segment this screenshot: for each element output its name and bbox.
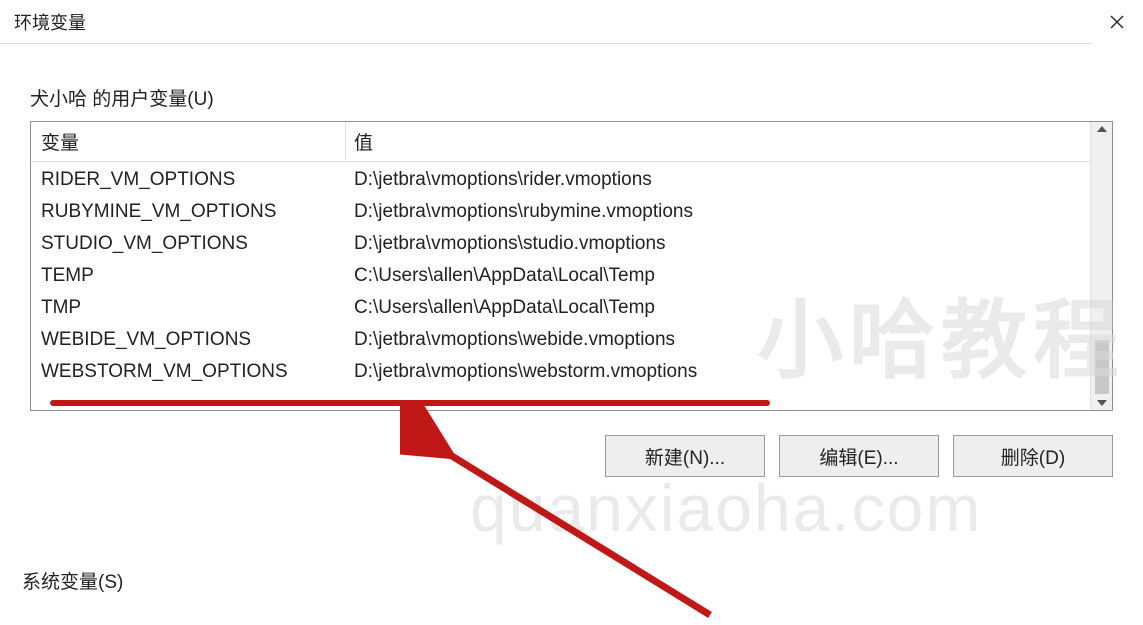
table-row[interactable]: RIDER_VM_OPTIONS D:\jetbra\vmoptions\rid… [31, 164, 1090, 196]
table-row[interactable]: WEBIDE_VM_OPTIONS D:\jetbra\vmoptions\we… [31, 324, 1090, 356]
column-header-name[interactable]: 变量 [31, 122, 346, 161]
highlight-underline [50, 400, 770, 406]
scroll-thumb[interactable] [1095, 340, 1109, 394]
scroll-down-icon[interactable] [1097, 400, 1107, 406]
var-value: D:\jetbra\vmoptions\rider.vmoptions [346, 164, 1090, 196]
watermark-text: quanxiaoha.com [470, 470, 982, 546]
var-value: D:\jetbra\vmoptions\webstorm.vmoptions [346, 356, 1090, 388]
var-value: D:\jetbra\vmoptions\studio.vmoptions [346, 228, 1090, 260]
window-title: 环境变量 [14, 9, 86, 35]
table-row[interactable]: RUBYMINE_VM_OPTIONS D:\jetbra\vmoptions\… [31, 196, 1090, 228]
var-name: WEBSTORM_VM_OPTIONS [31, 356, 346, 388]
var-name: RUBYMINE_VM_OPTIONS [31, 196, 346, 228]
scroll-up-icon[interactable] [1097, 126, 1107, 132]
table-row[interactable]: STUDIO_VM_OPTIONS D:\jetbra\vmoptions\st… [31, 228, 1090, 260]
var-name: WEBIDE_VM_OPTIONS [31, 324, 346, 356]
dialog-body: 犬小哈 的用户变量(U) 变量 值 RIDER_VM_OPTIONS D:\je… [14, 64, 1129, 477]
new-button[interactable]: 新建(N)... [605, 435, 765, 477]
user-vars-label: 犬小哈 的用户变量(U) [30, 84, 1113, 111]
var-value: C:\Users\allen\AppData\Local\Temp [346, 260, 1090, 292]
titlebar: 环境变量 [0, 0, 1143, 44]
close-button[interactable] [1091, 0, 1143, 44]
var-name: RIDER_VM_OPTIONS [31, 164, 346, 196]
user-vars-listbox[interactable]: 变量 值 RIDER_VM_OPTIONS D:\jetbra\vmoption… [30, 121, 1113, 411]
close-icon [1109, 14, 1125, 30]
var-value: D:\jetbra\vmoptions\rubymine.vmoptions [346, 196, 1090, 228]
var-name: TMP [31, 292, 346, 324]
var-value: D:\jetbra\vmoptions\webide.vmoptions [346, 324, 1090, 356]
scrollbar[interactable] [1090, 122, 1112, 410]
var-name: STUDIO_VM_OPTIONS [31, 228, 346, 260]
system-vars-label: 系统变量(S) [22, 567, 123, 594]
user-vars-buttons: 新建(N)... 编辑(E)... 删除(D) [30, 435, 1113, 477]
table-row[interactable]: WEBSTORM_VM_OPTIONS D:\jetbra\vmoptions\… [31, 356, 1090, 388]
list-rows: RIDER_VM_OPTIONS D:\jetbra\vmoptions\rid… [31, 162, 1090, 390]
var-name: TEMP [31, 260, 346, 292]
edit-button[interactable]: 编辑(E)... [779, 435, 939, 477]
delete-button[interactable]: 删除(D) [953, 435, 1113, 477]
list-header: 变量 值 [31, 122, 1090, 162]
var-value: C:\Users\allen\AppData\Local\Temp [346, 292, 1090, 324]
column-header-value[interactable]: 值 [346, 122, 1090, 161]
table-row[interactable]: TEMP C:\Users\allen\AppData\Local\Temp [31, 260, 1090, 292]
table-row[interactable]: TMP C:\Users\allen\AppData\Local\Temp [31, 292, 1090, 324]
